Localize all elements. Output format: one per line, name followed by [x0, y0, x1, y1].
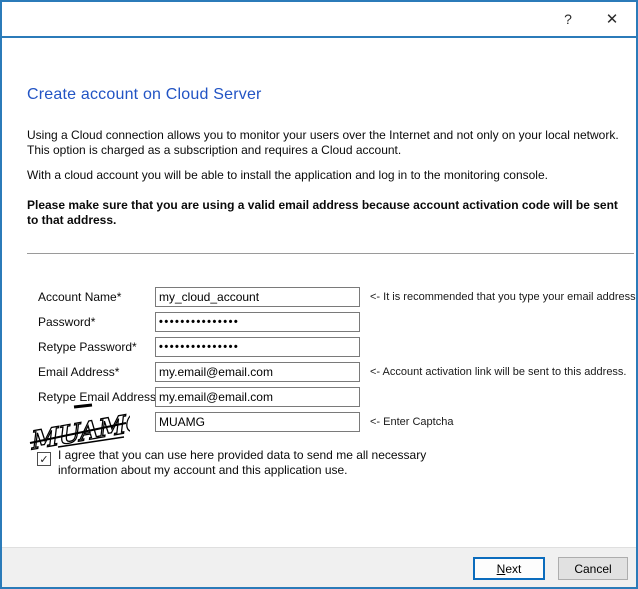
password-label: Password* — [38, 315, 95, 329]
email-address-hint: <- Account activation link will be sent … — [370, 366, 627, 378]
help-button[interactable]: ? — [556, 8, 580, 30]
page-title: Create account on Cloud Server — [27, 86, 262, 104]
agree-checkbox-label[interactable]: I agree that you can use here provided d… — [58, 448, 476, 478]
account-name-hint: <- It is recommended that you type your … — [370, 291, 638, 303]
captcha-image: MUAMG — [28, 401, 130, 453]
section-divider — [27, 253, 634, 254]
retype-password-input[interactable] — [155, 337, 360, 357]
title-bar: ? ✕ — [2, 2, 636, 38]
next-button[interactable]: Next — [473, 557, 545, 580]
captcha-text: MUAMG — [30, 405, 130, 453]
captcha-hint: <- Enter Captcha — [370, 416, 453, 428]
cancel-button[interactable]: Cancel — [558, 557, 628, 580]
email-address-label: Email Address* — [38, 365, 119, 379]
account-name-input[interactable] — [155, 287, 360, 307]
captcha-input[interactable] — [155, 412, 360, 432]
intro-paragraph-1: Using a Cloud connection allows you to m… — [27, 128, 627, 158]
password-input[interactable] — [155, 312, 360, 332]
email-warning-text: Please make sure that you are using a va… — [27, 198, 627, 228]
create-cloud-account-dialog: ? ✕ Create account on Cloud Server Using… — [0, 0, 638, 589]
retype-password-label: Retype Password* — [38, 340, 137, 354]
agree-checkbox[interactable]: ✓ — [37, 452, 51, 466]
account-name-label: Account Name* — [38, 290, 121, 304]
close-button[interactable]: ✕ — [600, 8, 624, 30]
next-button-label: ext — [505, 562, 521, 576]
email-address-input[interactable] — [155, 362, 360, 382]
intro-paragraph-2: With a cloud account you will be able to… — [27, 168, 627, 183]
retype-email-input[interactable] — [155, 387, 360, 407]
